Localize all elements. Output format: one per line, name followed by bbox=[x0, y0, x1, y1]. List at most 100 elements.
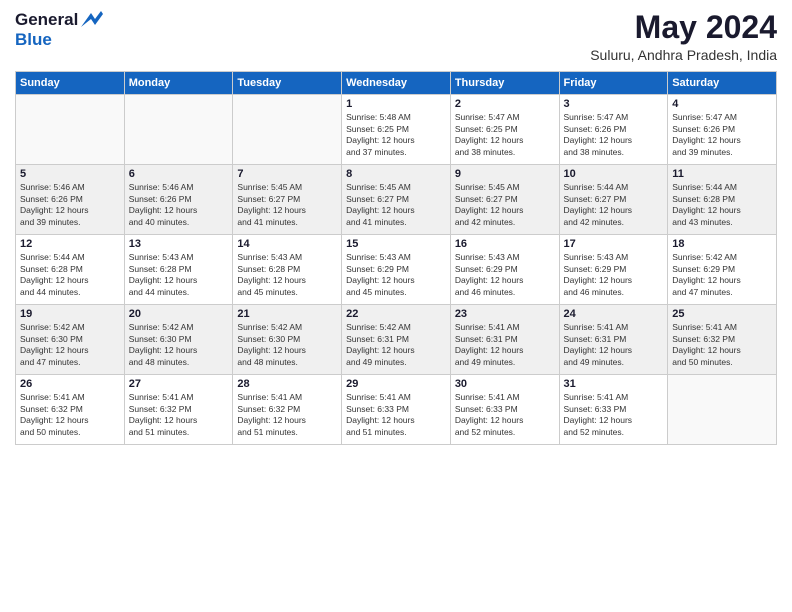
table-row: 19 Sunrise: 5:42 AMSunset: 6:30 PMDayligh… bbox=[16, 305, 125, 375]
table-row bbox=[124, 95, 233, 165]
day-info: Sunrise: 5:47 AMSunset: 6:25 PMDaylight:… bbox=[455, 112, 555, 158]
calendar-week-2: 5 Sunrise: 5:46 AMSunset: 6:26 PMDaylight… bbox=[16, 165, 777, 235]
logo-bird-icon bbox=[81, 9, 103, 29]
table-row: 22Sunrise: 5:42 AMSunset: 6:31 PMDayligh… bbox=[342, 305, 451, 375]
table-row: 21 Sunrise: 5:42 AMSunset: 6:30 PMDayligh… bbox=[233, 305, 342, 375]
day-info: Sunrise: 5:41 AMSunset: 6:33 PMDaylight:… bbox=[455, 392, 555, 438]
table-row: 18 Sunrise: 5:42 AMSunset: 6:29 PMDayligh… bbox=[668, 235, 777, 305]
table-row: 10Sunrise: 5:44 AMSunset: 6:27 PMDayligh… bbox=[559, 165, 668, 235]
calendar-week-3: 12 Sunrise: 5:44 AMSunset: 6:28 PMDayligh… bbox=[16, 235, 777, 305]
table-row: 15Sunrise: 5:43 AMSunset: 6:29 PMDayligh… bbox=[342, 235, 451, 305]
day-info: Sunrise: 5:45 AMSunset: 6:27 PMDaylight:… bbox=[346, 182, 446, 228]
day-number: 25 bbox=[672, 308, 772, 320]
day-info: Sunrise: 5:42 AMSunset: 6:31 PMDaylight:… bbox=[346, 322, 446, 368]
table-row: 11 Sunrise: 5:44 AMSunset: 6:28 PMDayligh… bbox=[668, 165, 777, 235]
table-row bbox=[16, 95, 125, 165]
table-row: 4 Sunrise: 5:47 AMSunset: 6:26 PMDaylight… bbox=[668, 95, 777, 165]
day-number: 28 bbox=[237, 378, 337, 390]
table-row: 27Sunrise: 5:41 AMSunset: 6:32 PMDayligh… bbox=[124, 375, 233, 445]
table-row: 31 Sunrise: 5:41 AMSunset: 6:33 PMDayligh… bbox=[559, 375, 668, 445]
day-number: 5 bbox=[20, 168, 120, 180]
day-info: Sunrise: 5:43 AMSunset: 6:28 PMDaylight:… bbox=[129, 252, 229, 298]
day-number: 29 bbox=[346, 378, 446, 390]
table-row: 28Sunrise: 5:41 AMSunset: 6:32 PMDayligh… bbox=[233, 375, 342, 445]
table-row bbox=[233, 95, 342, 165]
day-info: Sunrise: 5:45 AMSunset: 6:27 PMDaylight:… bbox=[237, 182, 337, 228]
day-number: 16 bbox=[455, 238, 555, 250]
day-info: Sunrise: 5:45 AMSunset: 6:27 PMDaylight:… bbox=[455, 182, 555, 228]
day-info: Sunrise: 5:47 AMSunset: 6:26 PMDaylight:… bbox=[672, 112, 772, 158]
day-info: Sunrise: 5:42 AMSunset: 6:30 PMDaylight:… bbox=[237, 322, 337, 368]
calendar-week-1: 1Sunrise: 5:48 AMSunset: 6:25 PMDaylight… bbox=[16, 95, 777, 165]
table-row: 30 Sunrise: 5:41 AMSunset: 6:33 PMDayligh… bbox=[450, 375, 559, 445]
col-wednesday: Wednesday bbox=[342, 72, 451, 95]
day-number: 21 bbox=[237, 308, 337, 320]
day-info: Sunrise: 5:41 AMSunset: 6:32 PMDaylight:… bbox=[672, 322, 772, 368]
day-info: Sunrise: 5:41 AMSunset: 6:31 PMDaylight:… bbox=[455, 322, 555, 368]
day-number: 24 bbox=[564, 308, 664, 320]
day-number: 7 bbox=[237, 168, 337, 180]
table-row: 17Sunrise: 5:43 AMSunset: 6:29 PMDayligh… bbox=[559, 235, 668, 305]
day-info: Sunrise: 5:46 AMSunset: 6:26 PMDaylight:… bbox=[20, 182, 120, 228]
day-number: 2 bbox=[455, 98, 555, 110]
day-info: Sunrise: 5:44 AMSunset: 6:28 PMDaylight:… bbox=[672, 182, 772, 228]
day-number: 12 bbox=[20, 238, 120, 250]
table-row: 25 Sunrise: 5:41 AMSunset: 6:32 PMDayligh… bbox=[668, 305, 777, 375]
logo-blue-text: Blue bbox=[15, 30, 52, 49]
day-info: Sunrise: 5:44 AMSunset: 6:28 PMDaylight:… bbox=[20, 252, 120, 298]
logo: General Blue bbox=[15, 10, 103, 50]
day-info: Sunrise: 5:41 AMSunset: 6:33 PMDaylight:… bbox=[564, 392, 664, 438]
day-info: Sunrise: 5:41 AMSunset: 6:33 PMDaylight:… bbox=[346, 392, 446, 438]
day-number: 17 bbox=[564, 238, 664, 250]
col-sunday: Sunday bbox=[16, 72, 125, 95]
day-number: 18 bbox=[672, 238, 772, 250]
day-info: Sunrise: 5:46 AMSunset: 6:26 PMDaylight:… bbox=[129, 182, 229, 228]
day-number: 1 bbox=[346, 98, 446, 110]
table-row: 3 Sunrise: 5:47 AMSunset: 6:26 PMDaylight… bbox=[559, 95, 668, 165]
day-number: 14 bbox=[237, 238, 337, 250]
table-row: 29 Sunrise: 5:41 AMSunset: 6:33 PMDayligh… bbox=[342, 375, 451, 445]
table-row: 8 Sunrise: 5:45 AMSunset: 6:27 PMDaylight… bbox=[342, 165, 451, 235]
day-number: 8 bbox=[346, 168, 446, 180]
day-number: 6 bbox=[129, 168, 229, 180]
calendar-week-5: 26 Sunrise: 5:41 AMSunset: 6:32 PMDayligh… bbox=[16, 375, 777, 445]
day-info: Sunrise: 5:42 AMSunset: 6:30 PMDaylight:… bbox=[129, 322, 229, 368]
day-number: 27 bbox=[129, 378, 229, 390]
table-row: 24 Sunrise: 5:41 AMSunset: 6:31 PMDayligh… bbox=[559, 305, 668, 375]
day-info: Sunrise: 5:44 AMSunset: 6:27 PMDaylight:… bbox=[564, 182, 664, 228]
table-row: 16Sunrise: 5:43 AMSunset: 6:29 PMDayligh… bbox=[450, 235, 559, 305]
day-number: 9 bbox=[455, 168, 555, 180]
table-row: 2 Sunrise: 5:47 AMSunset: 6:25 PMDaylight… bbox=[450, 95, 559, 165]
table-row: 1Sunrise: 5:48 AMSunset: 6:25 PMDaylight… bbox=[342, 95, 451, 165]
table-row: 20Sunrise: 5:42 AMSunset: 6:30 PMDayligh… bbox=[124, 305, 233, 375]
col-saturday: Saturday bbox=[668, 72, 777, 95]
day-number: 4 bbox=[672, 98, 772, 110]
page: General Blue May 2024 Suluru, Andhra Pra… bbox=[0, 0, 792, 612]
day-number: 30 bbox=[455, 378, 555, 390]
col-tuesday: Tuesday bbox=[233, 72, 342, 95]
col-friday: Friday bbox=[559, 72, 668, 95]
day-info: Sunrise: 5:41 AMSunset: 6:32 PMDaylight:… bbox=[20, 392, 120, 438]
day-info: Sunrise: 5:41 AMSunset: 6:31 PMDaylight:… bbox=[564, 322, 664, 368]
day-number: 19 bbox=[20, 308, 120, 320]
day-number: 3 bbox=[564, 98, 664, 110]
day-number: 11 bbox=[672, 168, 772, 180]
table-row: 7 Sunrise: 5:45 AMSunset: 6:27 PMDaylight… bbox=[233, 165, 342, 235]
day-info: Sunrise: 5:47 AMSunset: 6:26 PMDaylight:… bbox=[564, 112, 664, 158]
table-row: 5 Sunrise: 5:46 AMSunset: 6:26 PMDaylight… bbox=[16, 165, 125, 235]
day-info: Sunrise: 5:42 AMSunset: 6:30 PMDaylight:… bbox=[20, 322, 120, 368]
table-row: 6 Sunrise: 5:46 AMSunset: 6:26 PMDaylight… bbox=[124, 165, 233, 235]
day-number: 26 bbox=[20, 378, 120, 390]
day-info: Sunrise: 5:42 AMSunset: 6:29 PMDaylight:… bbox=[672, 252, 772, 298]
day-info: Sunrise: 5:43 AMSunset: 6:28 PMDaylight:… bbox=[237, 252, 337, 298]
day-number: 31 bbox=[564, 378, 664, 390]
logo-general-text: General bbox=[15, 10, 78, 30]
header: General Blue May 2024 Suluru, Andhra Pra… bbox=[15, 10, 777, 63]
subtitle: Suluru, Andhra Pradesh, India bbox=[590, 47, 777, 63]
col-monday: Monday bbox=[124, 72, 233, 95]
table-row: 14 Sunrise: 5:43 AMSunset: 6:28 PMDayligh… bbox=[233, 235, 342, 305]
day-number: 15 bbox=[346, 238, 446, 250]
table-row: 9 Sunrise: 5:45 AMSunset: 6:27 PMDaylight… bbox=[450, 165, 559, 235]
table-row: 12 Sunrise: 5:44 AMSunset: 6:28 PMDayligh… bbox=[16, 235, 125, 305]
col-thursday: Thursday bbox=[450, 72, 559, 95]
